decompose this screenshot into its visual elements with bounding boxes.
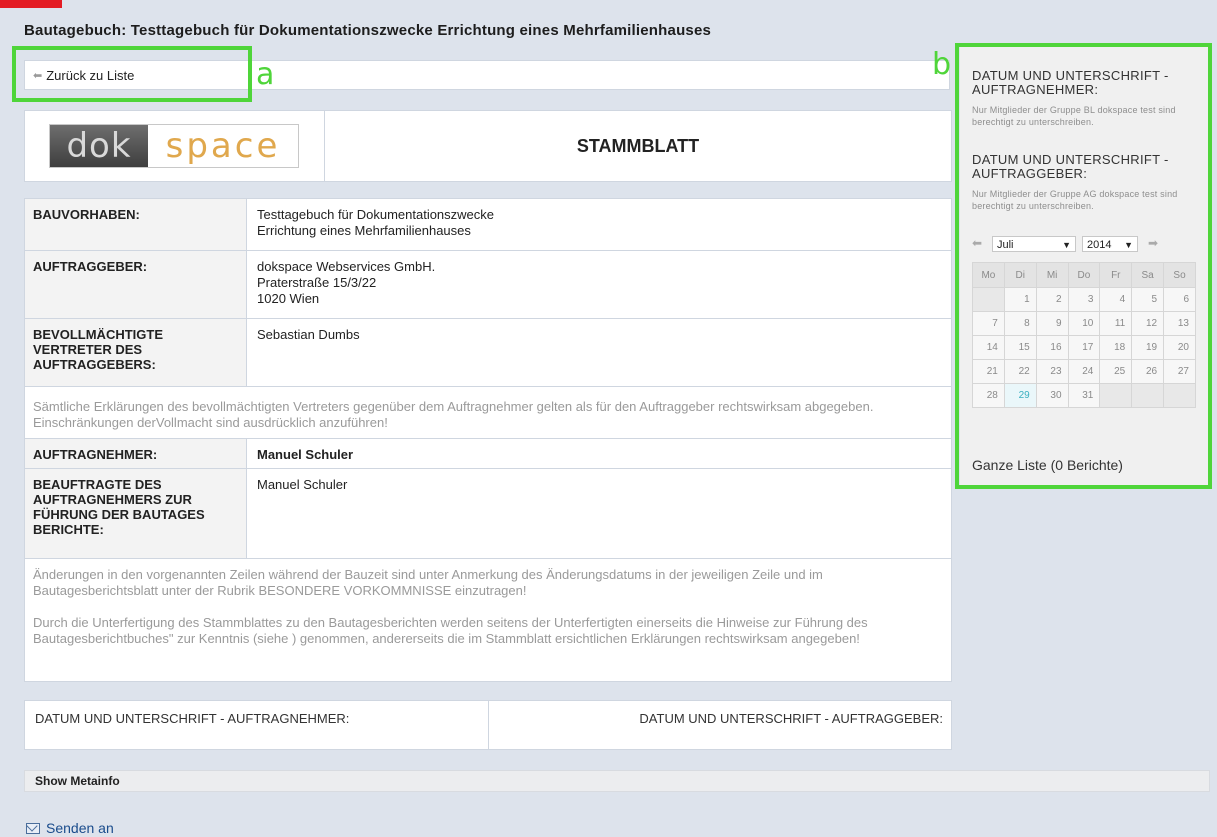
annotation-label-a: a <box>256 57 275 92</box>
row-value: Testtagebuch für Dokumentationszwecke Er… <box>257 207 495 238</box>
signature-auftragnehmer: DATUM UND UNTERSCHRIFT - AUFTRAGNEHMER: <box>25 701 489 749</box>
note-aenderungen: Änderungen in den vorgenannten Zeilen wä… <box>33 567 823 598</box>
show-metainfo-toggle[interactable]: Show Metainfo <box>24 770 1210 792</box>
stammblatt-table: BAUVORHABEN: Testtagebuch für Dokumentat… <box>24 198 952 682</box>
table-row-auftragnehmer: AUFTRAGNEHMER: Manuel Schuler <box>25 439 951 469</box>
table-row-beauftragte: BEAUFTRAGTE DES AUFTRAGNEHMERS ZUR FÜHRU… <box>25 469 951 559</box>
row-label: BAUVORHABEN: <box>25 199 247 250</box>
row-label: AUFTRAGNEHMER: <box>25 439 247 468</box>
page-title: Bautagebuch: Testtagebuch für Dokumentat… <box>24 22 712 39</box>
brand-corner-mark <box>0 0 62 8</box>
row-label: BEAUFTRAGTE DES AUFTRAGNEHMERS ZUR FÜHRU… <box>25 469 247 558</box>
stammblatt-heading: STAMMBLATT <box>576 136 700 156</box>
row-label: AUFTRAGGEBER: <box>25 251 247 318</box>
send-to-link[interactable]: Senden an <box>26 820 114 836</box>
signature-auftraggeber: DATUM UND UNTERSCHRIFT - AUFTRAGGEBER: <box>639 711 943 726</box>
logo-cell: dok space <box>25 111 325 181</box>
signature-card: DATUM UND UNTERSCHRIFT - AUFTRAGNEHMER: … <box>24 700 952 750</box>
note-unterfertigung: Durch die Unterfertigung des Stammblatte… <box>33 615 868 646</box>
logo-part-space: space <box>148 125 298 167</box>
row-value: Manuel Schuler <box>257 477 348 492</box>
annotation-label-b: b <box>932 47 952 82</box>
table-row-bauvorhaben: BAUVORHABEN: Testtagebuch für Dokumentat… <box>25 199 951 251</box>
mail-icon <box>26 822 40 834</box>
table-row-auftraggeber: AUFTRAGGEBER: dokspace Webservices GmbH.… <box>25 251 951 319</box>
note-vollmacht: Sämtliche Erklärungen des bevollmächtigt… <box>25 387 951 439</box>
row-value: Sebastian Dumbs <box>257 327 360 342</box>
send-to-label: Senden an <box>46 820 114 836</box>
header-card: dok space STAMMBLATT <box>24 110 952 182</box>
table-row-bevollmaechtigte: BEVOLLMÄCHTIGTE VERTRETER DES AUFTRAGGEB… <box>25 319 951 387</box>
dokspace-logo: dok space <box>49 124 299 168</box>
row-value: Manuel Schuler <box>257 447 354 462</box>
annotation-box-b <box>955 43 1212 489</box>
annotation-box-a <box>12 46 252 102</box>
row-value: dokspace Webservices GmbH. Praterstraße … <box>257 259 436 306</box>
logo-part-dok: dok <box>50 125 148 167</box>
row-label: BEVOLLMÄCHTIGTE VERTRETER DES AUFTRAGGEB… <box>25 319 247 386</box>
note-block: Änderungen in den vorgenannten Zeilen wä… <box>25 559 951 681</box>
